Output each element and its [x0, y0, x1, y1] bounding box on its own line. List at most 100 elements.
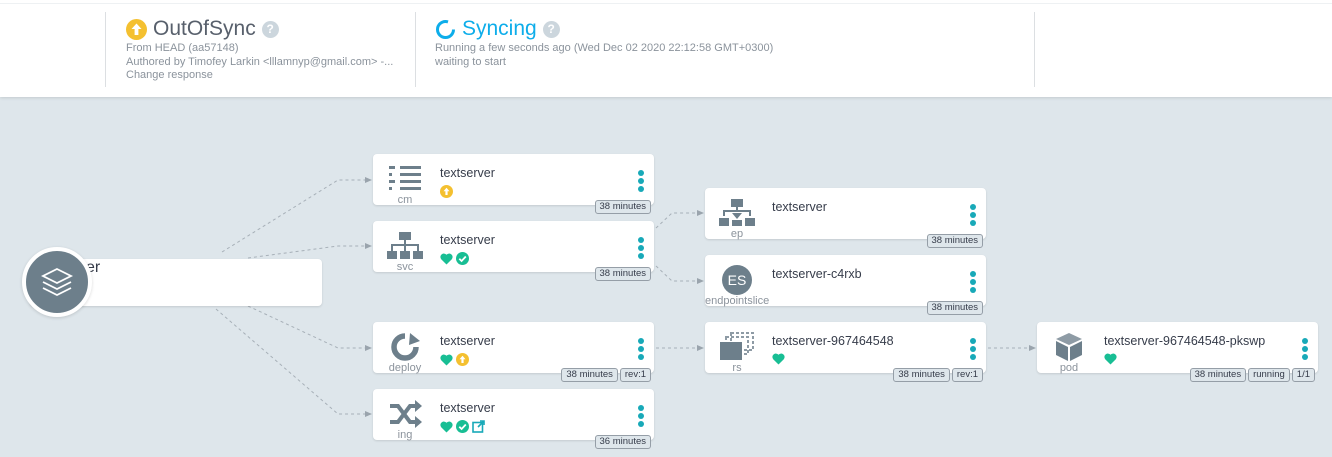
- node-menu-button[interactable]: [1302, 338, 1308, 360]
- node-status-icons: [772, 353, 785, 365]
- sync-status-panel[interactable]: OutOfSync From HEAD (aa57148) Authored b…: [105, 12, 416, 87]
- node-name: textserver-967464548: [772, 334, 894, 348]
- sync-status-header: OutOfSync: [126, 17, 279, 41]
- edge-app-svc: [247, 243, 372, 259]
- help-icon[interactable]: [261, 20, 279, 38]
- node-kind-label: ing: [397, 429, 413, 441]
- node-menu-button[interactable]: [970, 204, 976, 226]
- node-tags: 38 minutes rev:1: [561, 368, 651, 382]
- node-name: textserver-967464548-pkswp: [1104, 334, 1266, 348]
- node-kind-label: svc: [396, 261, 414, 273]
- node-age-tag: 38 minutes: [594, 200, 651, 214]
- node-menu-button[interactable]: [638, 237, 644, 259]
- node-tags: 38 minutes: [926, 301, 983, 315]
- service-icon: [385, 229, 425, 263]
- edge-svc-endpointslice: [655, 265, 704, 284]
- deployment-icon: [385, 330, 425, 364]
- node-status-icons: [440, 185, 453, 198]
- node-name: textserver: [440, 166, 495, 180]
- sync-revision: From HEAD (aa57148): [126, 42, 239, 54]
- node-tags: 38 minutes: [594, 200, 651, 214]
- syncing-spinner-icon: [436, 19, 455, 39]
- node-tags: 38 minutes rev:1: [893, 368, 983, 382]
- sync-commit-message: Change response: [126, 69, 213, 81]
- resource-node-svc[interactable]: svc textserver 38 minutes: [373, 221, 654, 281]
- node-menu-button[interactable]: [970, 271, 976, 293]
- external-link-icon[interactable]: [472, 420, 485, 433]
- endpointslice-badge: ES: [722, 265, 752, 295]
- resource-node-deploy[interactable]: deploy textserver 38 minutes rev:1: [373, 322, 654, 382]
- operation-started: Running a few seconds ago (Wed Dec 02 20…: [435, 42, 774, 54]
- endpoints-icon: [717, 196, 757, 230]
- app-node[interactable]: textserver: [22, 247, 322, 317]
- healthy-heart-icon: [440, 253, 453, 264]
- node-age-tag: 38 minutes: [594, 267, 651, 281]
- healthy-heart-icon: [440, 421, 453, 432]
- node-menu-button[interactable]: [638, 338, 644, 360]
- sync-status-title: OutOfSync: [153, 17, 256, 40]
- node-menu-button[interactable]: [638, 170, 644, 192]
- operation-status-title: Syncing: [462, 17, 537, 40]
- node-kind-label: ep: [730, 228, 744, 240]
- synced-check-icon: [456, 420, 469, 433]
- out-of-sync-icon: [126, 18, 147, 40]
- edge-app-deploy: [247, 305, 372, 351]
- layers-icon: [40, 267, 74, 297]
- configmap-icon: [385, 162, 425, 196]
- node-status-icons: [440, 252, 469, 265]
- node-revision-tag: rev:1: [951, 368, 983, 382]
- healthy-heart-icon: [440, 354, 453, 365]
- out-of-sync-icon: [440, 185, 453, 198]
- node-kind-label: endpointslice: [705, 295, 770, 307]
- pod-containers-ready-tag: 1/1: [1291, 368, 1315, 382]
- resource-node-rs[interactable]: rs textserver-967464548 38 minutes rev:1: [705, 322, 986, 382]
- node-tags: 38 minutes: [594, 267, 651, 281]
- node-age-tag: 38 minutes: [1189, 368, 1247, 382]
- healthy-heart-icon: [1104, 353, 1117, 365]
- edge-app-cm: [221, 177, 372, 253]
- edge-svc-ep: [655, 210, 704, 229]
- node-age-tag: 38 minutes: [926, 234, 983, 248]
- application-icon: [22, 247, 92, 317]
- out-of-sync-icon: [456, 353, 469, 366]
- node-kind-label: pod: [1059, 362, 1079, 374]
- node-kind-label: cm: [397, 194, 413, 206]
- resource-node-pod[interactable]: pod textserver-967464548-pkswp 38 minute…: [1037, 322, 1318, 382]
- node-name: textserver-c4rxb: [772, 267, 862, 281]
- app-status-bar: OutOfSync From HEAD (aa57148) Authored b…: [0, 0, 1332, 97]
- node-age-tag: 38 minutes: [561, 368, 618, 382]
- resource-node-ep[interactable]: ep textserver 38 minutes: [705, 188, 986, 248]
- ingress-shuffle-icon: [385, 397, 425, 431]
- node-name: textserver: [440, 233, 495, 247]
- operation-status-details: Running a few seconds ago (Wed Dec 02 20…: [435, 42, 773, 69]
- operation-status-header: Syncing: [435, 17, 560, 41]
- node-name: textserver: [772, 200, 827, 214]
- node-menu-button[interactable]: [970, 338, 976, 360]
- node-age-tag: 38 minutes: [926, 301, 983, 315]
- endpointslice-icon: ES: [717, 263, 757, 297]
- node-name: textserver: [440, 401, 495, 415]
- top-divider: [0, 3, 1332, 4]
- node-kind-label: rs: [732, 362, 742, 374]
- sync-author: Authored by Timofey Larkin <lllamnyp@gma…: [126, 55, 394, 68]
- replicaset-icon: [717, 330, 757, 364]
- operation-phase: waiting to start: [435, 55, 506, 68]
- node-age-tag: 36 minutes: [594, 435, 651, 449]
- resource-node-ing[interactable]: ing textserver 36 minutes: [373, 389, 654, 449]
- node-kind-label: deploy: [388, 362, 422, 374]
- operation-status-panel[interactable]: Syncing Running a few seconds ago (Wed D…: [415, 12, 1035, 87]
- resource-node-endpointslice[interactable]: ES endpointslice textserver-c4rxb 38 min…: [705, 255, 986, 315]
- node-menu-button[interactable]: [638, 405, 644, 427]
- node-age-tag: 38 minutes: [893, 368, 950, 382]
- node-status-icons: [1104, 353, 1117, 365]
- sync-status-details: From HEAD (aa57148) Authored by Timofey …: [126, 42, 393, 83]
- synced-check-icon: [456, 252, 469, 265]
- help-icon[interactable]: [542, 20, 560, 38]
- resource-node-cm[interactable]: cm textserver 38 minutes: [373, 154, 654, 214]
- pod-cube-icon: [1049, 330, 1089, 364]
- node-status-icons: [440, 353, 469, 366]
- node-revision-tag: rev:1: [619, 368, 651, 382]
- healthy-heart-icon: [772, 353, 785, 365]
- pod-phase-tag: running: [1248, 368, 1290, 382]
- node-tags: 38 minutes running 1/1: [1189, 368, 1315, 382]
